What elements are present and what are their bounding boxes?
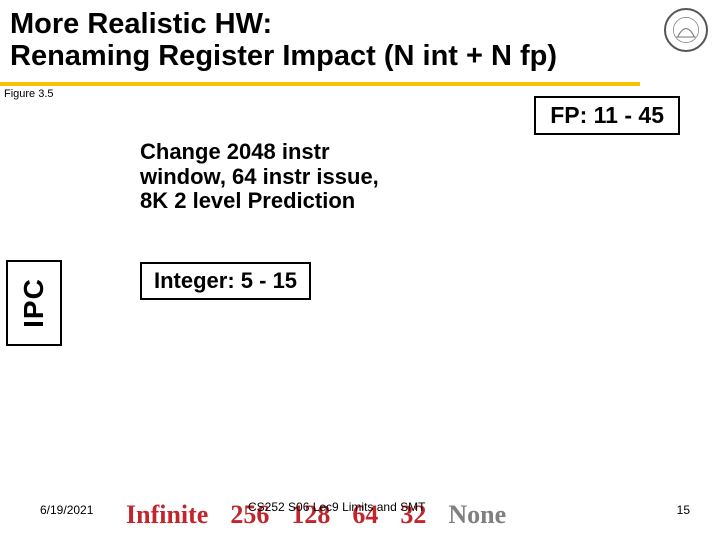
footer-date: 6/19/2021 bbox=[40, 503, 93, 517]
y-axis-label: IPC bbox=[18, 278, 50, 328]
x-cat-infinite: Infinite bbox=[120, 500, 214, 530]
title-underline bbox=[0, 82, 640, 86]
x-cat-none: None bbox=[442, 500, 512, 530]
fp-range-box: FP: 11 - 45 bbox=[534, 96, 680, 135]
title-line-1: More Realistic HW: bbox=[10, 8, 272, 40]
seal-graphic-icon bbox=[672, 16, 700, 44]
figure-caption: Figure 3.5 bbox=[4, 88, 54, 100]
y-axis-label-box: IPC bbox=[6, 260, 62, 346]
slide: More Realistic HW: Renaming Register Imp… bbox=[0, 0, 720, 540]
title-line-2: Renaming Register Impact (N int + N fp) bbox=[10, 40, 557, 72]
integer-range-box: Integer: 5 - 15 bbox=[140, 262, 311, 300]
footer-course: CS252 S06 Lec9 Limits and SMT bbox=[248, 500, 425, 514]
seal-icon bbox=[664, 8, 708, 52]
change-description: Change 2048 instr window, 64 instr issue… bbox=[140, 140, 380, 214]
slide-title: More Realistic HW: Renaming Register Imp… bbox=[10, 8, 557, 73]
footer-page-number: 15 bbox=[677, 503, 690, 517]
